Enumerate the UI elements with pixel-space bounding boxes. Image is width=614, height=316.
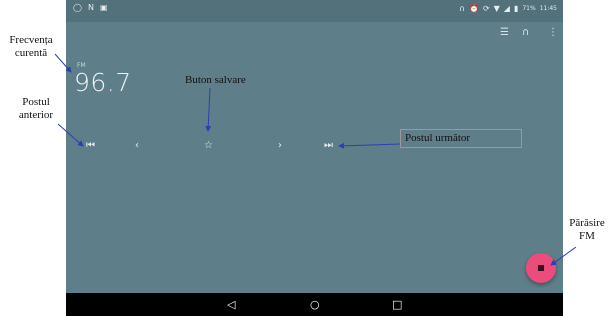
annotation-previous-station: Postul anterior xyxy=(10,96,62,122)
alarm-icon: ⏰ xyxy=(468,4,479,13)
skip-next-icon[interactable]: ⏭ xyxy=(324,140,333,152)
home-icon[interactable]: ○ xyxy=(310,298,320,311)
annotation-previous-station-line2: anterior xyxy=(18,109,54,121)
annotation-current-frequency: Frecvența curentă xyxy=(3,34,59,60)
back-icon[interactable]: ◁ xyxy=(227,298,235,311)
headset-icon[interactable]: ∩ xyxy=(522,27,529,39)
status-bar: ◯ N ▣ ∩ ⏰ ⟳ ▼ ◢ ▮ 71% 11:45 xyxy=(66,0,563,22)
image-icon: ▣ xyxy=(99,3,108,12)
annotation-exit-fm: Părăsire FM xyxy=(562,217,612,243)
more-vert-icon[interactable]: ⋮ xyxy=(548,27,558,39)
circle-icon: ◯ xyxy=(73,3,82,12)
status-right-icons: ∩ ⏰ ⟳ ▼ ◢ ▮ 71% 11:45 xyxy=(459,4,557,14)
signal-icon: ◢ xyxy=(503,4,510,13)
star-icon[interactable]: ☆ xyxy=(204,140,213,152)
annotation-current-frequency-line1: Frecvența xyxy=(9,34,53,46)
exit-fm-button[interactable] xyxy=(526,253,556,283)
recents-icon[interactable]: □ xyxy=(392,298,402,311)
clock: 11:45 xyxy=(539,5,557,12)
navigation-bar: ◁ ○ □ xyxy=(66,293,563,316)
sync-icon: ⟳ xyxy=(482,4,490,13)
list-icon[interactable]: ☰ xyxy=(500,27,509,39)
chevron-right-icon[interactable]: › xyxy=(278,140,282,152)
fm-radio-screen: ◯ N ▣ ∩ ⏰ ⟳ ▼ ◢ ▮ 71% 11:45 ☰ ∩ ⋮ FM 96.… xyxy=(66,0,563,316)
skip-previous-icon[interactable]: ⏮ xyxy=(86,140,95,152)
annotation-save-button: Buton salvare xyxy=(185,74,246,86)
wifi-icon: ▼ xyxy=(493,4,500,13)
n-icon: N xyxy=(87,3,94,12)
annotation-exit-fm-line1: Părăsire xyxy=(569,217,605,229)
status-left-icons: ◯ N ▣ xyxy=(73,3,108,13)
battery-percent: 71% xyxy=(522,5,536,12)
annotation-next-station: Postul următor xyxy=(400,129,522,148)
chevron-left-icon[interactable]: ‹ xyxy=(135,140,139,152)
battery-icon: ▮ xyxy=(513,4,519,13)
annotation-previous-station-line1: Postul xyxy=(22,96,50,108)
headset-status-icon: ∩ xyxy=(459,4,465,13)
current-frequency: 96.7 xyxy=(74,68,132,97)
stop-icon xyxy=(538,265,544,271)
annotation-exit-fm-line2: FM xyxy=(579,230,595,242)
annotation-current-frequency-line2: curentă xyxy=(14,47,48,59)
